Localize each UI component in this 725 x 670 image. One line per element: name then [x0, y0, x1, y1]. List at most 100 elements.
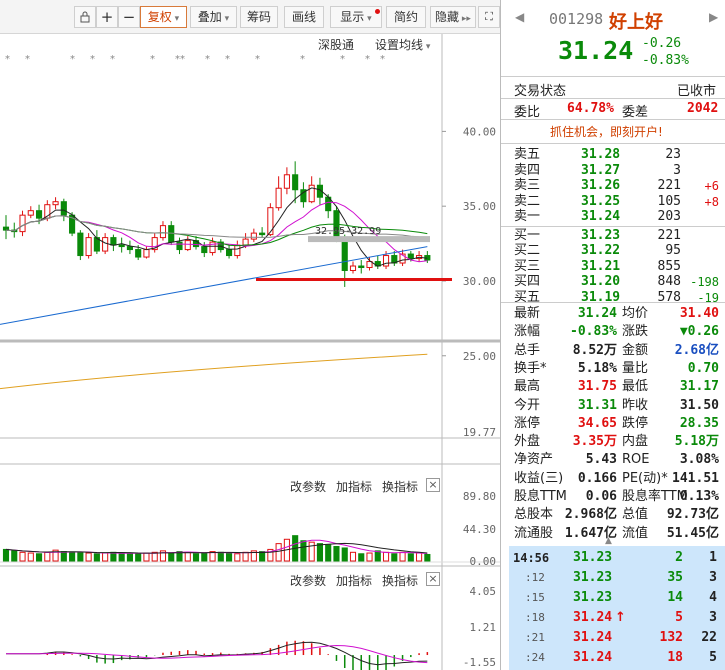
vol-switch-indicator-button[interactable]: 换指标: [382, 478, 418, 495]
vol-ma10-line: [5, 542, 428, 554]
status-value: 已收市: [677, 84, 717, 99]
ind-switch-indicator-button[interactable]: 换指标: [382, 572, 418, 589]
bid-row[interactable]: 买五 31.19 578 -19: [501, 289, 725, 307]
vol-add-indicator-button[interactable]: 加指标: [336, 478, 372, 495]
candle-body: [201, 246, 208, 254]
book-level-label: 买五: [514, 289, 541, 305]
volume-bar: [316, 543, 324, 562]
ind-change-params-button[interactable]: 改参数: [290, 572, 326, 589]
kline-chart[interactable]: 深股通 设置均线 ▾ * * * * * * * * * * * * * * * 40.00 35.00 30.0…: [0, 34, 500, 670]
event-marker: *: [70, 54, 75, 65]
vol-change-params-button[interactable]: 改参数: [290, 478, 326, 495]
stat-label: 外盘: [514, 434, 541, 450]
candle-body: [135, 249, 142, 258]
stat-value: 141.51: [672, 470, 719, 486]
stat-label: 最新: [514, 306, 541, 321]
zoom-out-icon[interactable]: −: [118, 6, 140, 28]
stats-row: 净资产 5.43 ROE 3.08%: [501, 451, 725, 469]
stat-value: 2.968亿: [564, 507, 617, 523]
vol-close-icon[interactable]: ×: [426, 478, 440, 492]
dea-line: [6, 644, 428, 664]
tick-count: 4: [709, 590, 717, 605]
display-button[interactable]: 显示: [330, 6, 382, 28]
stats-row: 最新 31.24 均价 31.40: [501, 305, 725, 323]
overlay-button[interactable]: 叠加: [190, 6, 237, 28]
volume-bar: [333, 546, 340, 562]
tick-row: :15 31.23 14 4: [509, 588, 725, 608]
candle-body: [2, 226, 10, 231]
hide-button[interactable]: 隐藏 ▸▸: [430, 6, 476, 28]
stat-label: 涨停: [514, 415, 541, 431]
tick-time: :21: [525, 631, 545, 644]
chips-button[interactable]: 筹码: [240, 6, 278, 28]
stat-value: 0.13%: [679, 489, 719, 504]
tick-price: 31.23: [573, 570, 613, 585]
lock-icon[interactable]: [74, 6, 96, 28]
tick-time: :15: [525, 591, 545, 604]
draw-line-button[interactable]: 画线: [284, 6, 324, 28]
tick-volume: 132: [659, 630, 683, 645]
stat-label: 最高: [514, 379, 541, 395]
ind-add-indicator-button[interactable]: 加指标: [336, 572, 372, 589]
stat-label: 涨幅: [514, 324, 541, 340]
ind-close-icon[interactable]: ×: [426, 572, 440, 586]
stat-value: 5.18万: [674, 434, 719, 450]
fullscreen-icon[interactable]: ⛶: [478, 6, 500, 28]
stat-label: 收益(三): [514, 470, 564, 486]
event-marker: *: [255, 54, 260, 65]
volume-bar: [192, 553, 200, 562]
candle-body: [176, 241, 183, 251]
candle-body: [143, 249, 150, 258]
ind-tick-label: 4.05: [470, 585, 497, 598]
simple-button[interactable]: 简约: [386, 6, 426, 28]
volume-bar: [11, 550, 18, 562]
event-marker: *: [205, 54, 210, 65]
chart-canvas: * * * * * * * * * * * * * * *40.0035.0030.0025.0019.77…: [0, 34, 500, 670]
stats-row: 总股本 2.968亿 总值 92.73亿: [501, 506, 725, 524]
candle-body: [250, 232, 257, 240]
stat-value: -0.83%: [570, 324, 617, 340]
candle-body: [358, 265, 365, 269]
ma120-line: [0, 353, 428, 390]
candle-body: [407, 253, 414, 260]
event-marker: *: [5, 54, 10, 65]
weibi-value: 64.78%: [567, 101, 614, 116]
price-tick-label: 25.00: [463, 350, 496, 363]
volume-bar: [77, 552, 84, 562]
tick-list[interactable]: 14:56 31.23 2 1:12 31.23 35 3:15 31.23 14 4:18 31.…: [509, 546, 725, 670]
tick-volume: 14: [667, 590, 683, 605]
book-delta: -19: [697, 290, 719, 305]
stats-row: 最高 31.75 最低 31.17: [501, 378, 725, 396]
tick-time: :12: [525, 571, 545, 584]
notification-dot: [375, 9, 380, 14]
open-account-promo[interactable]: 抓住机会，即刻开户!: [550, 123, 663, 140]
tick-volume: 5: [675, 610, 683, 625]
stat-value: 2.68亿: [674, 342, 719, 358]
vol-tick-label: 89.80: [463, 490, 496, 503]
stat-label: 总值: [622, 507, 649, 523]
stat-value: 8.52万: [572, 342, 617, 358]
hide-label: 隐藏: [435, 10, 460, 24]
candle-body: [118, 244, 125, 248]
volume-bar: [275, 543, 282, 562]
tick-price: 31.23: [573, 550, 613, 565]
candle-body: [283, 174, 290, 189]
expand-icon[interactable]: ▶: [709, 10, 718, 24]
candle-body: [27, 210, 34, 216]
zoom-in-icon[interactable]: +: [96, 6, 118, 28]
volume-bar: [325, 544, 332, 562]
ask-row[interactable]: 卖一 31.24 203: [501, 208, 725, 226]
volume-bar: [424, 553, 431, 562]
collapse-icon[interactable]: ◀: [515, 10, 524, 24]
stats-row: 今开 31.31 昨收 31.50: [501, 397, 725, 415]
stat-value: 3.08%: [679, 452, 719, 468]
stats-row: 股息TTM 0.06 股息率TTM 0.13%: [501, 488, 725, 506]
chart-toolbar: + − 复权 叠加 筹码 画线 显示 简约 隐藏 ▸▸ ⛶: [0, 0, 500, 34]
tick-time: :18: [525, 611, 545, 624]
stat-value: 28.35: [679, 415, 719, 431]
price-tick-label: 40.00: [463, 125, 496, 138]
fuquan-button[interactable]: 复权: [140, 6, 187, 28]
scroll-up-icon[interactable]: ▲: [605, 536, 612, 546]
candle-body: [226, 249, 233, 257]
book-volume: 578: [657, 289, 681, 305]
